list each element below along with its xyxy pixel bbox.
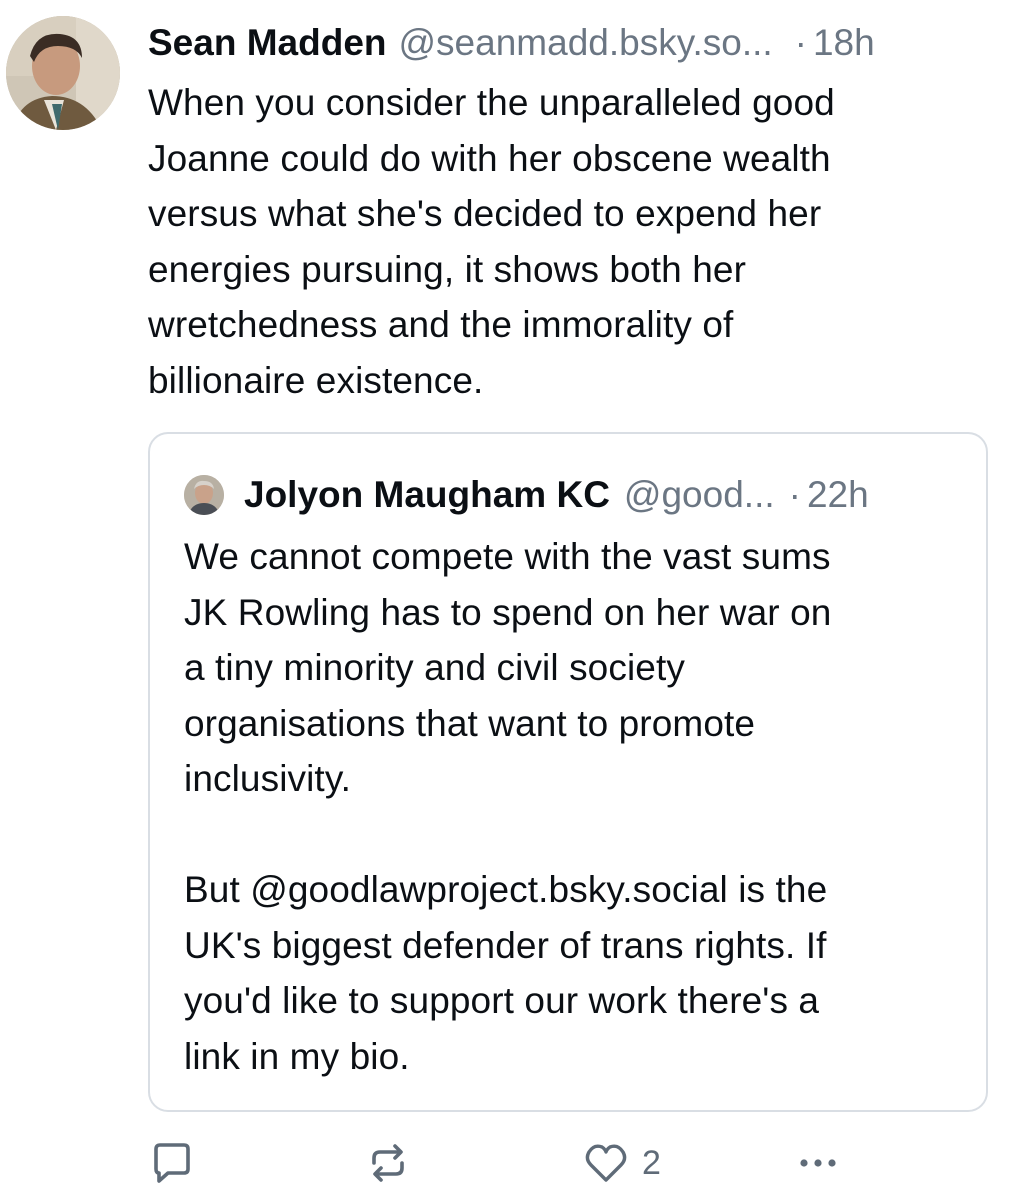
post-text: When you consider the unparalleled good …	[148, 82, 835, 401]
reply-icon	[154, 1143, 190, 1183]
author-handle[interactable]: @seanmadd.bsky.so...	[399, 20, 773, 66]
like-button[interactable]: 2	[582, 1138, 661, 1188]
heart-icon	[585, 1144, 627, 1182]
quoted-author-display-name[interactable]: Jolyon Maugham KC	[244, 472, 610, 518]
quoted-post-timestamp[interactable]: 22h	[807, 472, 869, 518]
quoted-separator-dot: ·	[788, 474, 801, 515]
quoted-author-handle[interactable]: @good...	[624, 472, 775, 518]
more-icon	[800, 1159, 836, 1167]
quoted-author-avatar[interactable]	[184, 475, 224, 515]
post-header: Sean Madden @seanmadd.bsky.so... · 18h	[148, 20, 998, 66]
quoted-post-text: We cannot compete with the vast sums JK …	[184, 536, 832, 1077]
repost-icon	[372, 1144, 404, 1182]
author-display-name[interactable]: Sean Madden	[148, 20, 387, 66]
author-avatar-image	[6, 16, 120, 130]
reply-button[interactable]	[148, 1138, 196, 1188]
more-options-button[interactable]	[794, 1138, 842, 1188]
repost-button[interactable]	[364, 1138, 412, 1188]
separator-dot: ·	[794, 22, 807, 63]
post-actions: 2	[148, 1138, 1008, 1188]
quoted-author-avatar-image	[184, 475, 224, 515]
post[interactable]: Sean Madden @seanmadd.bsky.so... · 18h W…	[0, 0, 1013, 1200]
quoted-post-header: Jolyon Maugham KC @good... · 22h	[184, 472, 869, 518]
post-body: Sean Madden @seanmadd.bsky.so... · 18h W…	[148, 20, 998, 408]
post-timestamp[interactable]: 18h	[813, 20, 875, 66]
author-avatar[interactable]	[6, 16, 120, 130]
like-count: 2	[642, 1143, 661, 1182]
quoted-post[interactable]: Jolyon Maugham KC @good... · 22h We cann…	[148, 432, 988, 1112]
